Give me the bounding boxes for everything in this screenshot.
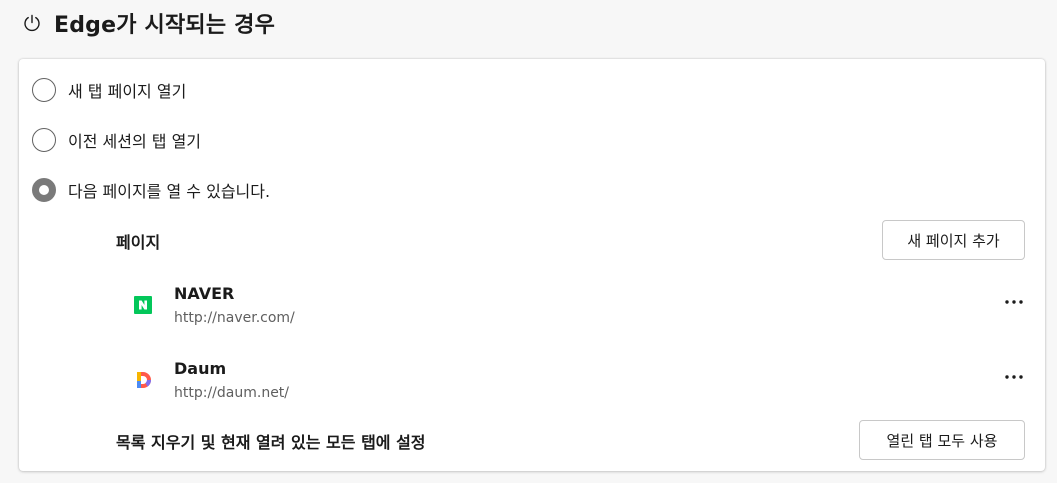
clear-list-label: 목록 지우기 및 현재 열려 있는 모든 탭에 설정 (116, 433, 426, 452)
page-url: http://daum.net/ (174, 385, 290, 401)
page-list-item-daum: Daum http://daum.net/ (133, 359, 1028, 409)
add-new-page-button[interactable]: 새 페이지 추가 (882, 220, 1025, 260)
use-all-open-tabs-button[interactable]: 열린 탭 모두 사용 (859, 420, 1025, 460)
section-title: Edge가 시작되는 경우 (54, 13, 276, 38)
radio-button[interactable] (32, 128, 56, 152)
power-icon (22, 13, 42, 33)
option-label: 새 탭 페이지 열기 (68, 82, 187, 101)
page-name: NAVER (174, 284, 235, 303)
option-previous-session[interactable]: 이전 세션의 탭 열기 (32, 126, 201, 154)
radio-button[interactable] (32, 78, 56, 102)
daum-favicon (133, 370, 153, 390)
page-url: http://naver.com/ (174, 310, 295, 326)
more-icon[interactable] (1000, 365, 1028, 389)
option-specific-pages[interactable]: 다음 페이지를 열 수 있습니다. (32, 176, 270, 204)
more-icon[interactable] (1000, 290, 1028, 314)
option-label: 이전 세션의 탭 열기 (68, 132, 202, 151)
startup-settings-card: 새 탭 페이지 열기 이전 세션의 탭 열기 다음 페이지를 열 수 있습니다.… (19, 59, 1045, 471)
option-label: 다음 페이지를 열 수 있습니다. (68, 182, 271, 201)
option-new-tab[interactable]: 새 탭 페이지 열기 (32, 76, 186, 104)
naver-favicon (133, 295, 153, 315)
page-name: Daum (174, 359, 227, 378)
radio-button-selected[interactable] (32, 178, 56, 202)
page-list-item-naver: NAVER http://naver.com/ (133, 284, 1028, 334)
pages-heading: 페이지 (116, 233, 161, 252)
section-header: Edge가 시작되는 경우 (22, 8, 275, 38)
